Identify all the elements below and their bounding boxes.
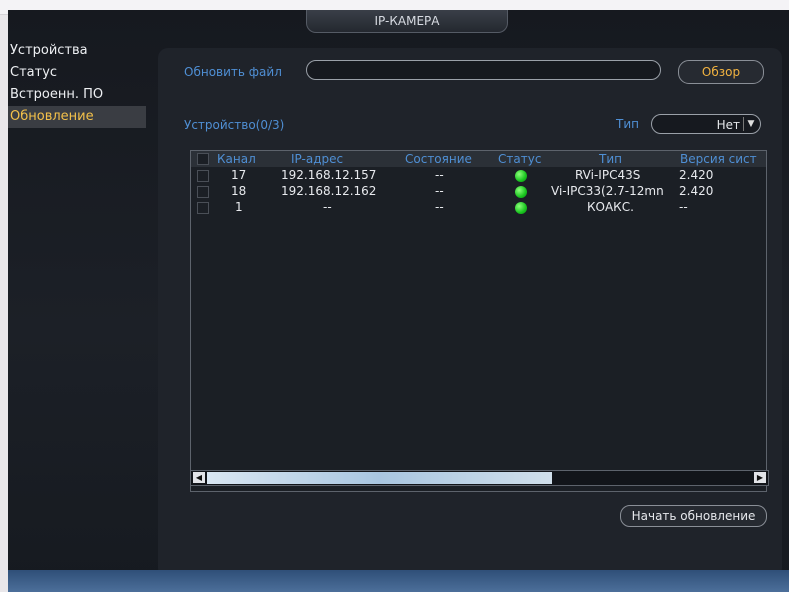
cell-state: -- <box>435 168 444 182</box>
cell-channel: 18 <box>231 184 247 198</box>
cell-ip: 192.168.12.157 <box>281 168 377 182</box>
type-filter-select[interactable]: Нет ▼ <box>651 114 761 134</box>
cell-version: 2.420 <box>679 184 714 198</box>
cell-ip: -- <box>323 200 332 214</box>
scroll-left-icon[interactable]: ◀ <box>193 472 205 483</box>
cell-ip: 192.168.12.162 <box>281 184 377 198</box>
type-filter-value: Нет <box>716 118 740 132</box>
table-row[interactable]: 1 -- -- КОАКС. -- <box>191 199 766 215</box>
sidebar: Устройства Статус Встроенн. ПО Обновлени… <box>8 40 146 560</box>
browse-button[interactable]: Обзор <box>678 60 764 84</box>
dvr-screen: IP-КАМЕРА Устройства Статус Встроенн. ПО… <box>8 10 789 592</box>
sidebar-item-devices[interactable]: Устройства <box>8 40 146 62</box>
row-checkbox[interactable] <box>197 202 209 214</box>
column-header-state: Состояние <box>405 152 472 166</box>
sidebar-item-update[interactable]: Обновление <box>8 106 146 128</box>
cell-channel: 17 <box>231 168 247 182</box>
scrollbar-thumb[interactable] <box>207 472 552 484</box>
update-file-label: Обновить файл <box>184 65 282 79</box>
row-checkbox[interactable] <box>197 186 209 198</box>
status-online-icon <box>515 170 527 182</box>
update-file-input[interactable] <box>306 60 661 80</box>
cell-version: 2.420 <box>679 168 714 182</box>
cell-state: -- <box>435 184 444 198</box>
cell-channel: 1 <box>235 200 243 214</box>
status-online-icon <box>515 202 527 214</box>
start-update-button[interactable]: Начать обновление <box>620 505 767 527</box>
device-count-label: Устройство(0/3) <box>184 118 285 132</box>
type-filter-label: Тип <box>616 117 639 131</box>
bottom-taskbar <box>8 570 789 592</box>
sidebar-item-status[interactable]: Статус <box>8 62 146 84</box>
cell-type: КОАКС. <box>587 200 634 214</box>
select-all-checkbox[interactable] <box>197 153 209 165</box>
column-header-ip: IP-адрес <box>291 152 344 166</box>
device-table: Канал IP-адрес Состояние Статус Тип Верс… <box>190 150 767 492</box>
cell-type: Vi-IPC33(2.7-12mn <box>551 184 664 198</box>
column-header-channel: Канал <box>217 152 256 166</box>
window-title: IP-КАМЕРА <box>306 10 508 33</box>
status-online-icon <box>515 186 527 198</box>
table-row[interactable]: 17 192.168.12.157 -- RVi-IPC43S 2.420 <box>191 167 766 183</box>
cell-version: -- <box>679 200 688 214</box>
column-header-type: Тип <box>599 152 622 166</box>
horizontal-scrollbar[interactable]: ◀ ▶ <box>190 470 769 486</box>
cell-state: -- <box>435 200 444 214</box>
update-panel: Обновить файл Обзор Устройство(0/3) Тип … <box>158 48 782 578</box>
row-checkbox[interactable] <box>197 170 209 182</box>
scroll-right-icon[interactable]: ▶ <box>754 472 766 483</box>
sidebar-item-firmware[interactable]: Встроенн. ПО <box>8 84 146 106</box>
chevron-down-icon[interactable]: ▼ <box>743 117 758 131</box>
column-header-status: Статус <box>498 152 542 166</box>
table-header: Канал IP-адрес Состояние Статус Тип Верс… <box>191 151 766 167</box>
column-header-version: Версия сист <box>680 152 757 166</box>
table-row[interactable]: 18 192.168.12.162 -- Vi-IPC33(2.7-12mn 2… <box>191 183 766 199</box>
cell-type: RVi-IPC43S <box>575 168 641 182</box>
